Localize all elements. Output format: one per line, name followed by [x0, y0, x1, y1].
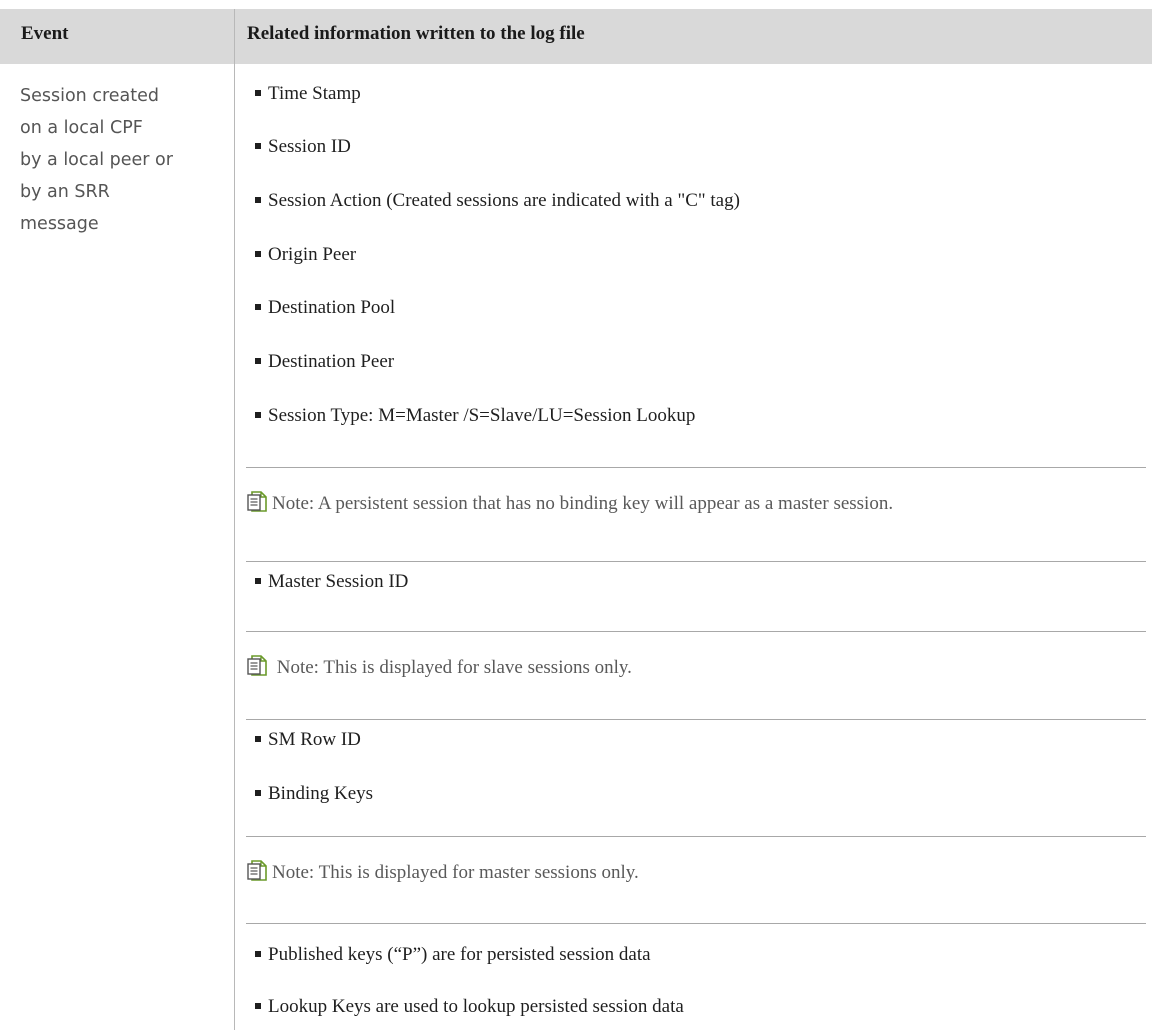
list-item-text: Origin Peer [268, 244, 357, 265]
list-item-text: Destination Pool [268, 297, 396, 318]
list-item-text: Master Session ID [268, 571, 409, 592]
bullet-icon [255, 1002, 261, 1009]
log-events-table: Event Related information written to the… [0, 0, 1152, 1030]
bullet-icon [255, 303, 261, 310]
list-item-published-keys: Published keys (“P”) are for persisted s… [255, 940, 651, 970]
list-item-time-stamp: Time Stamp [255, 79, 361, 109]
bullet-icon [255, 735, 261, 742]
note-master-only: Note: This is displayed for master sessi… [246, 856, 639, 890]
list-item-text: Destination Peer [268, 351, 395, 372]
list-item-master-session-id: Master Session ID [255, 567, 408, 597]
column-divider [234, 9, 235, 1030]
divider-rule [246, 923, 1146, 924]
list-item-lookup-keys: Lookup Keys are used to lookup persisted… [255, 992, 684, 1022]
list-item-sm-row-id: SM Row ID [255, 725, 361, 755]
list-item-session-id: Session ID [255, 132, 351, 162]
list-item-session-action: Session Action (Created sessions are ind… [255, 186, 740, 216]
event-line: by a local peer or [20, 150, 173, 170]
divider-rule [246, 561, 1146, 562]
note-document-icon [246, 653, 268, 677]
note-text: Note: This is displayed for slave sessio… [272, 657, 632, 678]
note-text: Note: A persistent session that has no b… [272, 493, 894, 514]
bullet-icon [255, 357, 261, 364]
divider-rule [246, 467, 1146, 468]
related-info-cell: Time Stamp Session ID Session Action (Cr… [246, 0, 1146, 1030]
bullet-icon [255, 196, 261, 203]
bullet-icon [255, 577, 261, 584]
note-slave-only: Note: This is displayed for slave sessio… [246, 651, 632, 685]
note-document-icon [246, 489, 268, 513]
note-text: Note: This is displayed for master sessi… [272, 862, 639, 883]
bullet-icon [255, 950, 261, 957]
bullet-icon [255, 89, 261, 96]
list-item-text: Lookup Keys are used to lookup persisted… [268, 996, 684, 1017]
list-item-destination-pool: Destination Pool [255, 293, 395, 323]
list-item-text: Binding Keys [268, 783, 374, 804]
event-line: on a local CPF [20, 118, 143, 138]
bullet-icon [255, 411, 261, 418]
list-item-origin-peer: Origin Peer [255, 240, 356, 270]
list-item-text: Time Stamp [268, 83, 361, 104]
header-event: Event [21, 23, 69, 44]
list-item-text: SM Row ID [268, 729, 361, 750]
bullet-icon [255, 142, 261, 149]
list-item-text: Session Type: M=Master /S=Slave/LU=Sessi… [268, 405, 696, 426]
event-line: message [20, 214, 99, 234]
list-item-destination-peer: Destination Peer [255, 347, 394, 377]
list-item-session-type: Session Type: M=Master /S=Slave/LU=Sessi… [255, 401, 695, 431]
divider-rule [246, 631, 1146, 632]
list-item-binding-keys: Binding Keys [255, 779, 373, 809]
note-persistent-session: Note: A persistent session that has no b… [246, 487, 893, 521]
bullet-icon [255, 789, 261, 796]
event-line: by an SRR [20, 182, 110, 202]
list-item-text: Session Action (Created sessions are ind… [268, 190, 740, 211]
event-description: Session created on a local CPF by a loca… [20, 80, 226, 240]
note-document-icon [246, 858, 268, 882]
list-item-text: Published keys (“P”) are for persisted s… [268, 944, 651, 965]
bullet-icon [255, 250, 261, 257]
divider-rule [246, 836, 1146, 837]
list-item-text: Session ID [268, 136, 351, 157]
event-line: Session created [20, 86, 159, 106]
divider-rule [246, 719, 1146, 720]
